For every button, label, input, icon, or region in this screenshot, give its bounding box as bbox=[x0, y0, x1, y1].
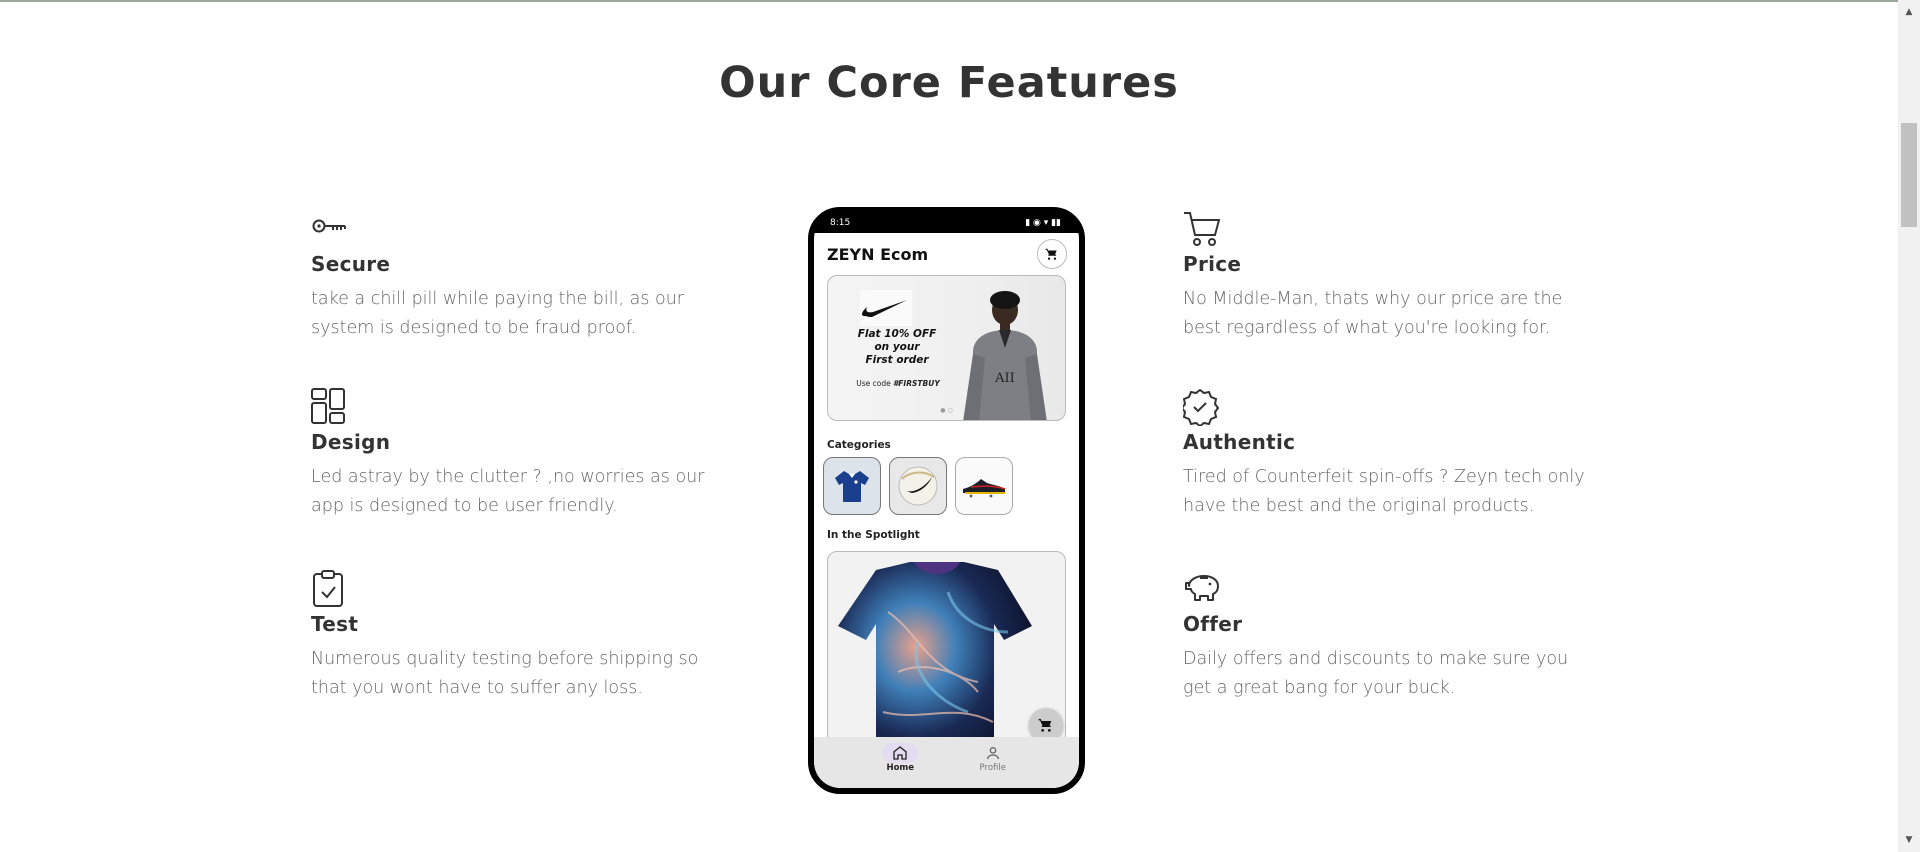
cart-icon bbox=[1038, 719, 1052, 732]
feature-text: Led astray by the clutter ? ,no worries … bbox=[311, 467, 705, 516]
banner-offer-text: Flat 10% OFF on your First order bbox=[857, 328, 937, 366]
page-scrollbar[interactable]: ▲ ▼ bbox=[1898, 0, 1920, 852]
feature-text: No Middle-Man, thats why our price are t… bbox=[1183, 289, 1563, 338]
home-icon bbox=[893, 746, 907, 760]
scrollbar-thumb[interactable] bbox=[1901, 123, 1917, 227]
feature-test: Test Numerous quality testing before shi… bbox=[311, 570, 721, 702]
phone-status-bar: 8:15 ▮ ◉ ▾ ▮▮ bbox=[814, 213, 1079, 233]
banner-code-text: Use code #FIRSTBUY bbox=[856, 379, 940, 388]
feature-text: Tired of Counterfeit spin-offs ? Zeyn te… bbox=[1183, 467, 1585, 516]
key-icon bbox=[312, 219, 346, 233]
cart-icon bbox=[1045, 248, 1057, 260]
app-header: ZEYN Ecom bbox=[814, 233, 1079, 275]
piggy-bank-icon bbox=[1185, 575, 1219, 601]
feature-title: Design bbox=[311, 430, 391, 454]
feature-text: Numerous quality testing before shipping… bbox=[311, 649, 699, 698]
feature-title: Secure bbox=[311, 252, 391, 276]
header-cart-button[interactable] bbox=[1037, 239, 1067, 269]
boot-icon bbox=[963, 479, 1006, 498]
feature-secure: Secure take a chill pill while paying th… bbox=[311, 210, 721, 342]
scroll-up-arrow-icon[interactable]: ▲ bbox=[1898, 3, 1920, 21]
nav-profile-label: Profile bbox=[979, 763, 1006, 773]
clipboard-check-icon bbox=[313, 570, 343, 607]
phone-screen: ZEYN Ecom Flat 10% OFF on your First ord… bbox=[814, 233, 1079, 788]
feature-text: Daily offers and discounts to make sure … bbox=[1183, 649, 1569, 698]
page-title: Our Core Features bbox=[719, 58, 1179, 108]
feature-authentic: Authentic Tired of Counterfeit spin-offs… bbox=[1183, 388, 1593, 520]
feature-title: Authentic bbox=[1183, 430, 1296, 454]
nav-profile[interactable]: Profile bbox=[975, 743, 1011, 788]
feature-design: Design Led astray by the clutter ? ,no w… bbox=[311, 388, 721, 520]
jersey-icon bbox=[835, 471, 869, 502]
feature-title: Offer bbox=[1183, 612, 1243, 636]
spotlight-label: In the Spotlight bbox=[827, 529, 920, 541]
feature-title: Test bbox=[311, 612, 359, 636]
categories-row bbox=[823, 457, 1079, 515]
nav-home-label: Home bbox=[886, 763, 915, 773]
category-balls[interactable] bbox=[889, 457, 947, 515]
phone-mockup: 8:15 ▮ ◉ ▾ ▮▮ ZEYN Ecom Flat 10% OFF on … bbox=[808, 207, 1085, 794]
top-divider bbox=[0, 0, 1898, 2]
feature-title: Price bbox=[1183, 252, 1242, 276]
svg-text:AII: AII bbox=[994, 371, 1015, 386]
nike-logo-icon bbox=[860, 290, 912, 326]
feature-price: Price No Middle-Man, thats why our price… bbox=[1183, 210, 1593, 342]
banner-model-image: AII bbox=[963, 291, 1047, 420]
profile-icon bbox=[986, 747, 999, 760]
feature-text: take a chill pill while paying the bill,… bbox=[311, 289, 684, 338]
category-boots[interactable] bbox=[955, 457, 1013, 515]
categories-label: Categories bbox=[827, 439, 891, 451]
nav-home[interactable]: Home bbox=[882, 743, 919, 788]
status-icons: ▮ ◉ ▾ ▮▮ bbox=[1025, 218, 1061, 228]
verified-badge-icon bbox=[1183, 388, 1220, 426]
football-icon bbox=[898, 466, 938, 506]
scroll-down-arrow-icon[interactable]: ▼ bbox=[1898, 831, 1920, 849]
category-jerseys[interactable] bbox=[823, 457, 881, 515]
bottom-nav: Home Profile bbox=[814, 737, 1079, 788]
promo-banner[interactable]: Flat 10% OFF on your First order Use cod… bbox=[827, 275, 1066, 421]
cart-icon bbox=[1184, 212, 1221, 246]
status-time: 8:15 bbox=[830, 218, 851, 228]
grid-layout-icon bbox=[311, 388, 345, 424]
banner-pager-dots: ● ○ bbox=[940, 407, 953, 414]
app-title: ZEYN Ecom bbox=[827, 244, 929, 264]
feature-offer: Offer Daily offers and discounts to make… bbox=[1183, 570, 1593, 702]
